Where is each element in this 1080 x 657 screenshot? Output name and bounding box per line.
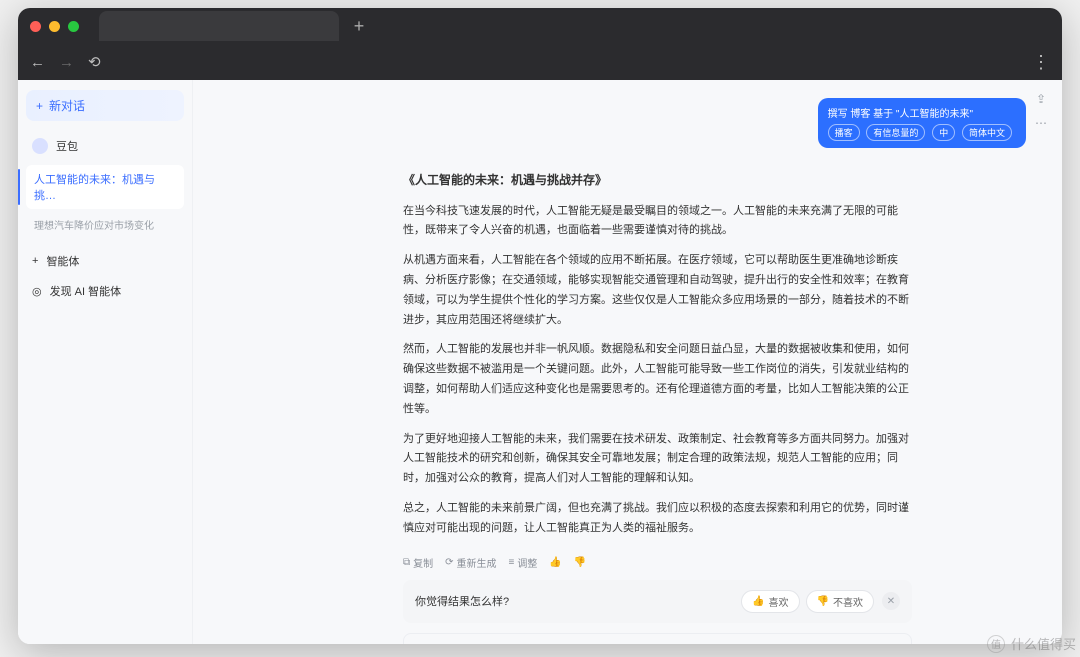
back-button[interactable]: ← [30, 54, 45, 71]
article-paragraph: 然而，人工智能的发展也并非一帆风顺。数据隐私和安全问题日益凸显，大量的数据被收集… [403, 340, 912, 419]
thumbs-down-button[interactable]: 👎 [574, 557, 586, 568]
plus-icon: + [32, 255, 38, 267]
prompt-pill: 有信息量的 [866, 124, 925, 141]
sidebar-conversation-item[interactable]: 理想汽车降价应对市场变化 [26, 213, 184, 236]
regen-label: 重新生成 [457, 555, 497, 570]
response-actions: ⧉复制 ⟳ 重新生成 ≡调整 👍 👎 [403, 555, 912, 570]
tab-bar: + [18, 8, 1062, 44]
adjust-label: 调整 [517, 555, 537, 570]
sidebar-item-agents[interactable]: + 智能体 [26, 246, 184, 276]
avatar-icon [32, 138, 48, 154]
browser-chrome: + ← → ⟲ ⋮ [18, 8, 1062, 80]
feedback-question: 你觉得结果怎么样? [415, 593, 509, 609]
sidebar-active-conversation[interactable]: 人工智能的未来：机遇与挑… [26, 165, 184, 209]
user-prompt-chip: 撰写 博客 基于 "人工智能的未来" 播客 有信息量的 中 简体中文 [818, 98, 1026, 148]
article-paragraph: 在当今科技飞速发展的时代，人工智能无疑是最受瞩目的领域之一。人工智能的未来充满了… [403, 202, 912, 242]
browser-tab[interactable] [99, 11, 339, 41]
plus-icon: + [36, 99, 43, 113]
prompt-pills: 播客 有信息量的 中 简体中文 [828, 124, 1016, 141]
new-chat-button[interactable]: + 新对话 [26, 90, 184, 121]
refresh-icon: ⟳ [445, 557, 453, 568]
copy-icon: ⧉ [403, 557, 410, 568]
adjust-button[interactable]: ≡调整 [509, 555, 538, 570]
suggestion-text: 人工智能在哪些领域的应用最广泛？ [416, 642, 592, 644]
agents-label: 智能体 [46, 253, 79, 269]
article-paragraph: 从机遇方面来看，人工智能在各个领域的应用不断拓展。在医疗领域，它可以帮助医生更准… [403, 251, 912, 330]
new-chat-label: 新对话 [49, 97, 85, 114]
thumbs-down-icon: 👎 [817, 596, 829, 607]
sidebar-item-assistant[interactable]: 豆包 [26, 131, 184, 161]
suggestion-chip[interactable]: 人工智能在哪些领域的应用最广泛？ → [403, 633, 912, 644]
reload-button[interactable]: ⟲ [88, 53, 101, 71]
share-icon[interactable]: ⇪ [1034, 92, 1048, 106]
sidebar: + 新对话 豆包 人工智能的未来：机遇与挑… 理想汽车降价应对市场变化 + 智能… [18, 80, 193, 644]
prompt-pill: 中 [932, 124, 955, 141]
like-button[interactable]: 👍 喜欢 [741, 590, 799, 613]
discover-label: 发现 AI 智能体 [50, 283, 122, 299]
watermark-text: 什么值得买 [1011, 634, 1076, 653]
browser-menu-button[interactable]: ⋮ [1032, 52, 1050, 73]
article-paragraph: 为了更好地迎接人工智能的未来，我们需要在技术研发、政策制定、社会教育等多方面共同… [403, 430, 912, 489]
sidebar-item-discover[interactable]: ◎ 发现 AI 智能体 [26, 276, 184, 306]
feedback-bar: 你觉得结果怎么样? 👍 喜欢 👎 不喜欢 ✕ [403, 580, 912, 623]
more-icon[interactable]: ⋯ [1034, 116, 1048, 130]
minimize-window-button[interactable] [49, 21, 60, 32]
assistant-label: 豆包 [56, 138, 78, 154]
maximize-window-button[interactable] [68, 21, 79, 32]
compass-icon: ◎ [32, 285, 42, 298]
sliders-icon: ≡ [509, 557, 515, 568]
regenerate-button[interactable]: ⟳ 重新生成 [445, 555, 496, 570]
close-feedback-button[interactable]: ✕ [882, 592, 900, 610]
top-right-actions: ⇪ ⋯ [1034, 92, 1048, 130]
prompt-text: 撰写 博客 基于 "人工智能的未来" [828, 105, 1016, 120]
article-title: 《人工智能的未来：机遇与挑战并存》 [403, 170, 912, 192]
app-body: + 新对话 豆包 人工智能的未来：机遇与挑… 理想汽车降价应对市场变化 + 智能… [18, 80, 1062, 644]
dislike-label: 不喜欢 [833, 594, 863, 609]
copy-button[interactable]: ⧉复制 [403, 555, 433, 570]
thumbs-up-button[interactable]: 👍 [549, 557, 561, 568]
like-label: 喜欢 [769, 594, 789, 609]
address-bar: ← → ⟲ ⋮ [18, 44, 1062, 80]
main-panel: ⇪ ⋯ 撰写 博客 基于 "人工智能的未来" 播客 有信息量的 中 简体中文 《… [193, 80, 1062, 644]
new-tab-button[interactable]: + [349, 16, 369, 37]
forward-button[interactable]: → [59, 54, 74, 71]
dislike-button[interactable]: 👎 不喜欢 [806, 590, 874, 613]
thumbs-up-icon: 👍 [752, 596, 764, 607]
copy-label: 复制 [413, 555, 433, 570]
article-paragraph: 总之，人工智能的未来前景广阔，但也充满了挑战。我们应以积极的态度去探索和利用它的… [403, 499, 912, 539]
response-content: 《人工智能的未来：机遇与挑战并存》 在当今科技飞速发展的时代，人工智能无疑是最受… [403, 170, 912, 549]
prompt-pill: 播客 [828, 124, 860, 141]
watermark-logo-icon: 值 [987, 635, 1005, 653]
browser-window: + ← → ⟲ ⋮ + 新对话 豆包 人工智能的未来：机遇与挑… 理想汽车降价应… [18, 8, 1062, 644]
watermark: 值 什么值得买 [987, 634, 1076, 653]
prompt-pill: 简体中文 [962, 124, 1012, 141]
close-window-button[interactable] [30, 21, 41, 32]
window-controls [30, 21, 79, 32]
